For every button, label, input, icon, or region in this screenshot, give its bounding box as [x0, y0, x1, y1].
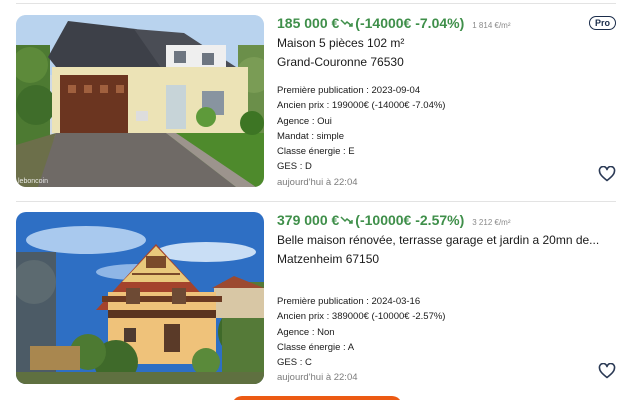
listing-title[interactable]: Belle maison rénovée, terrasse garage et…: [277, 233, 599, 247]
listing-photo[interactable]: [16, 212, 264, 384]
top-divider: [16, 3, 616, 4]
listing-card[interactable]: leboncoin 185 000 € (-14000€ -7.04%) 1 8…: [16, 15, 620, 190]
listing-info: 379 000 € (-10000€ -2.57%) 3 212 €/m² Be…: [277, 212, 620, 387]
listing-title[interactable]: Maison 5 pièces 102 m²: [277, 36, 404, 50]
detail-old-price: Ancien prix : 199000€ (-14000€ -7.04%): [277, 100, 446, 112]
trend-down-icon: [340, 214, 354, 228]
heart-outline-icon[interactable]: [598, 165, 616, 182]
detail-energy-class: Classe énergie : E: [277, 146, 355, 158]
detail-agency: Agence : Oui: [277, 115, 332, 127]
listing-photo[interactable]: leboncoin: [16, 15, 264, 187]
detail-ges: GES : C: [277, 357, 312, 369]
detail-old-price: Ancien prix : 389000€ (-10000€ -2.57%): [277, 311, 446, 323]
listing-details: Première publication : 2024-03-16 Ancien…: [277, 294, 445, 385]
detail-ges: GES : D: [277, 161, 312, 173]
listing-details: Première publication : 2023-09-04 Ancien…: [277, 83, 445, 190]
pro-badge: Pro: [588, 16, 616, 30]
trend-down-icon: [340, 17, 354, 31]
load-more-button[interactable]: [232, 396, 402, 400]
listing-info: 185 000 € (-14000€ -7.04%) 1 814 €/m² Pr…: [277, 15, 620, 190]
listing-card[interactable]: 379 000 € (-10000€ -2.57%) 3 212 €/m² Be…: [16, 212, 620, 387]
listing-divider: [16, 201, 616, 202]
detail-agency: Agence : Non: [277, 326, 335, 338]
price-change: (-14000€ -7.04%): [355, 15, 465, 31]
photo-watermark: leboncoin: [18, 178, 48, 185]
price-line: 185 000 € (-14000€ -7.04%) 1 814 €/m²: [277, 15, 511, 31]
listing-date: aujourd'hui à 22:04: [277, 176, 358, 188]
price-per-m2: 3 212 €/m²: [472, 218, 511, 227]
listing-date: aujourd'hui à 22:04: [277, 372, 358, 384]
detail-energy-class: Classe énergie : A: [277, 341, 355, 353]
price-line: 379 000 € (-10000€ -2.57%) 3 212 €/m²: [277, 212, 511, 228]
price-per-m2: 1 814 €/m²: [472, 21, 511, 30]
listing-location: Matzenheim 67150: [277, 252, 380, 266]
heart-outline-icon[interactable]: [598, 362, 616, 379]
price: 185 000 €: [277, 15, 340, 31]
price: 379 000 €: [277, 212, 340, 228]
detail-first-publication: Première publication : 2024-03-16: [277, 296, 421, 307]
detail-mandate: Mandat : simple: [277, 130, 345, 142]
price-change: (-10000€ -2.57%): [355, 212, 465, 228]
detail-first-publication: Première publication : 2023-09-04: [277, 85, 421, 96]
listing-location: Grand-Couronne 76530: [277, 55, 404, 69]
